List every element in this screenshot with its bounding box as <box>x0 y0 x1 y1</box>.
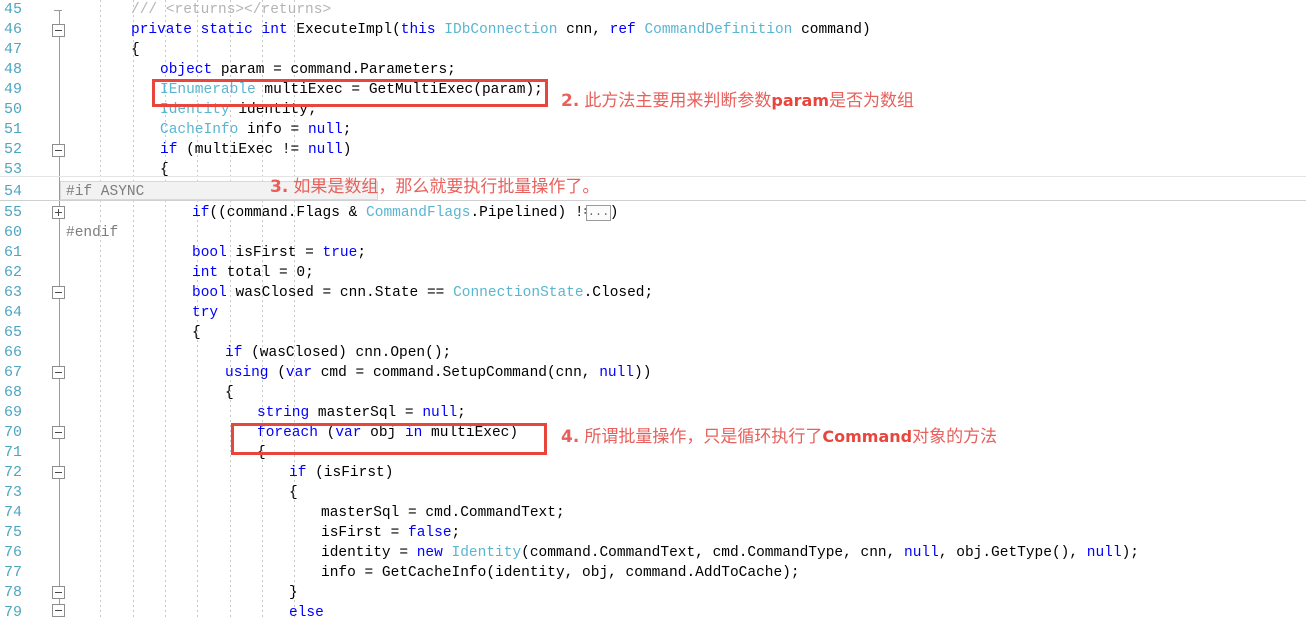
code-line-62[interactable]: int total = 0; <box>0 263 1306 283</box>
code-text: if (wasClosed) cnn.Open(); <box>225 345 452 361</box>
annotation-number: 4. <box>561 427 580 447</box>
code-text: string masterSql = null; <box>257 405 466 421</box>
code-line-79[interactable]: else <box>0 603 1306 623</box>
code-text: info = GetCacheInfo(identity, obj, comma… <box>321 565 800 581</box>
code-line-54[interactable]: #if ASYNC <box>0 182 1306 202</box>
code-text: bool wasClosed = cnn.State == Connection… <box>192 285 654 301</box>
code-text: isFirst = false; <box>321 525 461 541</box>
annotation-text-cn-after: 是否为数组 <box>829 91 914 111</box>
code-text: { <box>289 485 298 501</box>
code-line-47[interactable]: { <box>0 40 1306 60</box>
code-text: } <box>289 585 298 601</box>
annotation-text-en: param <box>771 91 829 110</box>
code-text: /// <returns></returns> <box>131 2 332 18</box>
annotation-text-cn-before: 所谓批量操作，只是循环执行了 <box>584 427 823 447</box>
code-line-68[interactable]: { <box>0 383 1306 403</box>
code-text: { <box>160 162 169 178</box>
code-text: bool isFirst = true; <box>192 245 367 261</box>
annotation-note-2: 2. 此方法主要用来判断参数param是否为数组 <box>561 86 914 111</box>
code-text: int total = 0; <box>192 265 314 281</box>
code-editor[interactable]: 45 46 47 48 49 50 51 52 53 54 55 60 61 6… <box>0 0 1306 621</box>
annotation-text-cn-after: 对象的方法 <box>912 427 998 447</box>
code-line-55[interactable]: if((command.Flags & CommandFlags.Pipelin… <box>0 203 1306 223</box>
code-line-52[interactable]: if (multiExec != null) <box>0 140 1306 160</box>
code-line-72[interactable]: if (isFirst) <box>0 463 1306 483</box>
code-line-73[interactable]: { <box>0 483 1306 503</box>
code-text: CacheInfo info = null; <box>160 122 352 138</box>
code-line-67[interactable]: using (var cmd = command.SetupCommand(cn… <box>0 363 1306 383</box>
annotation-text-en: Command <box>822 427 913 446</box>
code-line-76[interactable]: identity = new Identity(command.CommandT… <box>0 543 1306 563</box>
annotation-note-4: 4. 所谓批量操作，只是循环执行了Command对象的方法 <box>561 422 997 447</box>
code-line-65[interactable]: { <box>0 323 1306 343</box>
annotation-text-cn-before: 如果是数组，那么就要执行批量操作了。 <box>293 177 600 197</box>
code-text: { <box>225 385 234 401</box>
code-text: #endif <box>66 225 119 241</box>
highlight-box-line49 <box>152 79 548 107</box>
code-text: { <box>192 325 201 341</box>
code-line-51[interactable]: CacheInfo info = null; <box>0 120 1306 140</box>
code-line-61[interactable]: bool isFirst = true; <box>0 243 1306 263</box>
code-line-75[interactable]: isFirst = false; <box>0 523 1306 543</box>
code-text: private static int ExecuteImpl(this IDbC… <box>131 22 871 38</box>
annotation-text-cn-before: 此方法主要用来判断参数 <box>584 91 772 111</box>
code-line-69[interactable]: string masterSql = null; <box>0 403 1306 423</box>
code-line-45[interactable]: /// <returns></returns> <box>0 0 1306 20</box>
code-text: if((command.Flags & CommandFlags.Pipelin… <box>192 205 619 221</box>
code-text: { <box>131 42 140 58</box>
code-line-74[interactable]: masterSql = cmd.CommandText; <box>0 503 1306 523</box>
code-text: if (isFirst) <box>289 465 394 481</box>
code-line-53[interactable]: { <box>0 160 1306 180</box>
annotation-note-3: 3. 如果是数组，那么就要执行批量操作了。 <box>270 172 599 197</box>
collapsed-code-ellipsis[interactable]: ... <box>586 205 611 221</box>
annotation-number: 2. <box>561 91 580 111</box>
code-text: masterSql = cmd.CommandText; <box>321 505 565 521</box>
code-line-77[interactable]: info = GetCacheInfo(identity, obj, comma… <box>0 563 1306 583</box>
code-line-63[interactable]: bool wasClosed = cnn.State == Connection… <box>0 283 1306 303</box>
code-line-48[interactable]: object param = command.Parameters; <box>0 60 1306 80</box>
code-line-78[interactable]: } <box>0 583 1306 603</box>
code-line-64[interactable]: try <box>0 303 1306 323</box>
code-text: if (multiExec != null) <box>160 142 352 158</box>
code-text: else <box>289 605 324 621</box>
highlight-box-line70 <box>231 423 547 455</box>
code-line-46[interactable]: private static int ExecuteImpl(this IDbC… <box>0 20 1306 40</box>
code-text: identity = new Identity(command.CommandT… <box>321 545 1139 561</box>
annotation-number: 3. <box>270 177 289 197</box>
code-text: { <box>257 445 266 461</box>
code-text: #if ASYNC <box>66 184 145 200</box>
code-text: try <box>192 305 219 321</box>
code-line-66[interactable]: if (wasClosed) cnn.Open(); <box>0 343 1306 363</box>
code-text: using (var cmd = command.SetupCommand(cn… <box>225 365 652 381</box>
code-text: object param = command.Parameters; <box>160 62 456 78</box>
code-line-60[interactable]: #endif <box>0 223 1306 243</box>
